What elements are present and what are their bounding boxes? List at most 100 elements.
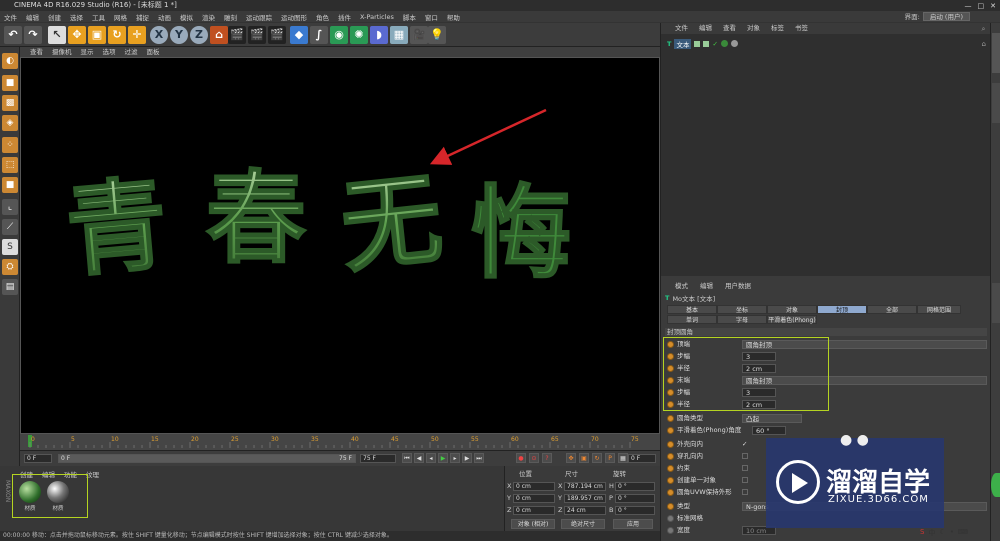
side-green-widget[interactable]: [991, 473, 1000, 497]
move-icon[interactable]: ✥: [68, 26, 86, 44]
visibility-icon[interactable]: [694, 40, 701, 47]
next-key-icon[interactable]: ▶: [462, 453, 472, 463]
menu-mesh[interactable]: 网格: [114, 12, 127, 22]
size-mode-dropdown[interactable]: 绝对尺寸: [561, 519, 605, 529]
live-select-icon[interactable]: ↖: [48, 26, 66, 44]
vp-menu-options[interactable]: 选项: [103, 47, 116, 57]
menu-window[interactable]: 窗口: [425, 12, 438, 22]
rotate-icon[interactable]: ↻: [108, 26, 126, 44]
menu-xparticles[interactable]: X-Particles: [360, 13, 394, 21]
deformer-icon[interactable]: ◗: [370, 26, 388, 44]
menu-file[interactable]: 文件: [4, 12, 17, 22]
lock-icon[interactable]: ⛭: [2, 259, 18, 275]
prev-frame-icon[interactable]: ◂: [426, 453, 436, 463]
key-rotation-icon[interactable]: ↻: [592, 453, 602, 463]
vp-menu-view[interactable]: 查看: [30, 47, 43, 57]
side-tab-content[interactable]: [992, 83, 1000, 123]
tab-word[interactable]: 单词: [667, 315, 717, 324]
texture-mode-icon[interactable]: ▩: [2, 95, 18, 111]
pos-z-field[interactable]: 0 cm: [513, 506, 555, 515]
vp-menu-filter[interactable]: 过滤: [125, 47, 138, 57]
keyframe-help-icon[interactable]: ?: [542, 453, 552, 463]
fillet-type-dropdown[interactable]: 凸起: [742, 413, 802, 423]
anim-dot-icon[interactable]: [667, 426, 674, 434]
om-home-icon[interactable]: ⌂: [982, 40, 986, 48]
menu-sculpt[interactable]: 雕刻: [224, 12, 237, 22]
ime-keyboard-icon[interactable]: ⌨: [958, 528, 968, 540]
subdivision-icon[interactable]: ◉: [330, 26, 348, 44]
tab-coord[interactable]: 坐标: [717, 305, 767, 314]
anim-dot-icon[interactable]: [667, 414, 674, 422]
attr-menu-edit[interactable]: 编辑: [700, 280, 713, 290]
polygons-mode-icon[interactable]: ■: [2, 177, 18, 193]
menu-plugins[interactable]: 插件: [338, 12, 351, 22]
ime-dot-icon[interactable]: •: [950, 528, 954, 540]
floor-icon[interactable]: ▦: [390, 26, 408, 44]
attr-menu-userdata[interactable]: 用户数据: [725, 280, 751, 290]
menu-help[interactable]: 帮助: [447, 12, 460, 22]
om-search-icon[interactable]: ⌕: [982, 25, 986, 34]
model-mode-icon[interactable]: ■: [2, 75, 18, 91]
menu-render[interactable]: 渲染: [202, 12, 215, 22]
redo-icon[interactable]: ↷: [24, 26, 42, 44]
menu-create[interactable]: 创建: [48, 12, 61, 22]
vp-menu-display[interactable]: 显示: [81, 47, 94, 57]
menu-script[interactable]: 脚本: [403, 12, 416, 22]
tweak-icon[interactable]: ⟋: [2, 219, 18, 235]
hole-inward-checkbox[interactable]: [742, 453, 748, 459]
material-tag-icon[interactable]: [720, 40, 728, 47]
light-icon[interactable]: 💡: [428, 26, 446, 44]
side-tab-objects[interactable]: [992, 33, 1000, 73]
x-axis-icon[interactable]: X: [150, 26, 168, 44]
side-tab-attributes[interactable]: [992, 283, 1000, 323]
anim-dot-icon[interactable]: [667, 502, 674, 510]
anim-dot-icon[interactable]: [667, 526, 674, 534]
anim-dot-icon[interactable]: [667, 452, 674, 460]
om-menu-bookmarks[interactable]: 书签: [795, 23, 808, 34]
next-frame-icon[interactable]: ▸: [450, 453, 460, 463]
key-pla-icon[interactable]: ▦: [618, 453, 628, 463]
axis-mode-icon[interactable]: ⌞: [2, 199, 18, 215]
material-tag2-icon[interactable]: [730, 40, 738, 47]
goto-end-icon[interactable]: ⏭: [474, 453, 484, 463]
tab-grid-range[interactable]: 网格范围: [917, 305, 961, 314]
uvw-checkbox[interactable]: [742, 489, 748, 495]
end-frame-field[interactable]: 75 F: [360, 454, 396, 463]
render-visibility-icon[interactable]: [703, 40, 710, 47]
key-scale-icon[interactable]: ▣: [579, 453, 589, 463]
viewport[interactable]: 青 春 无 悔: [20, 57, 660, 434]
tab-object[interactable]: 对象: [767, 305, 817, 314]
camera-icon[interactable]: 🎥: [410, 26, 428, 44]
menu-edit[interactable]: 编辑: [26, 12, 39, 22]
tab-all[interactable]: 全部: [867, 305, 917, 314]
menu-simulate[interactable]: 模拟: [180, 12, 193, 22]
snap-icon[interactable]: S: [2, 239, 18, 255]
render-settings-icon[interactable]: 🎬: [268, 26, 286, 44]
om-menu-file[interactable]: 文件: [675, 23, 688, 34]
om-menu-object[interactable]: 对象: [747, 23, 760, 34]
rot-b-field[interactable]: 0 °: [615, 506, 655, 515]
size-z-field[interactable]: 24 cm: [564, 506, 606, 515]
attr-menu-mode[interactable]: 模式: [675, 280, 688, 290]
anim-dot-icon[interactable]: [667, 464, 674, 472]
om-menu-tags[interactable]: 标签: [771, 23, 784, 34]
enable-check-icon[interactable]: ✓: [712, 40, 717, 48]
menu-motion-tracking[interactable]: 运动跟踪: [246, 12, 272, 22]
size-x-field[interactable]: 787.194 cm: [564, 482, 606, 491]
apply-button[interactable]: 应用: [613, 519, 653, 529]
goto-start-icon[interactable]: ⏮: [402, 453, 412, 463]
coordinate-system-icon[interactable]: ⌂: [210, 26, 228, 44]
menu-snap[interactable]: 捕捉: [136, 12, 149, 22]
render-picture-icon[interactable]: 🎬: [248, 26, 266, 44]
timeline-ruler[interactable]: 0 5 10 15 20 25 30 35 40 45 50 55 60 65 70 75: [20, 434, 660, 450]
ime-zh-icon[interactable]: 中: [928, 528, 935, 540]
play-icon[interactable]: ▶: [438, 453, 448, 463]
prev-key-icon[interactable]: ◀: [414, 453, 424, 463]
rot-p-field[interactable]: 0 °: [615, 494, 655, 503]
om-menu-view[interactable]: 查看: [723, 23, 736, 34]
edges-mode-icon[interactable]: ⬚: [2, 157, 18, 173]
frame-range-slider[interactable]: 0 F 75 F: [58, 454, 356, 463]
grid-icon[interactable]: ▤: [2, 279, 18, 295]
key-param-icon[interactable]: P: [605, 453, 615, 463]
autokey-icon[interactable]: ⊙: [529, 453, 539, 463]
